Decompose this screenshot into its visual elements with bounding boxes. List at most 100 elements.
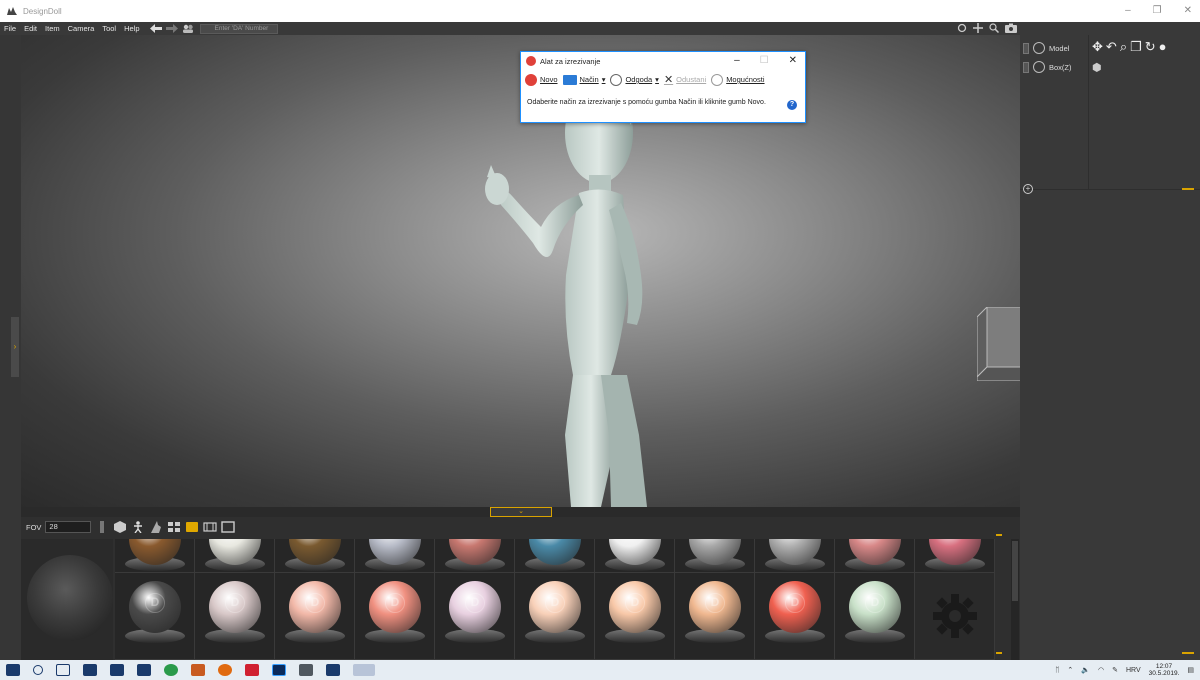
dialog-minimize-button[interactable]: – bbox=[734, 55, 740, 66]
hand-pose-icon[interactable] bbox=[149, 521, 163, 533]
volume-icon[interactable]: 🔈 bbox=[1081, 666, 1090, 674]
snipping-tool-taskbar-icon[interactable] bbox=[353, 664, 375, 676]
scene-item-box[interactable]: Box(Z) bbox=[1023, 61, 1072, 73]
material-swatch[interactable] bbox=[435, 539, 515, 573]
pose-figure-icon[interactable]: ✥ bbox=[1092, 39, 1103, 55]
minimize-button[interactable]: – bbox=[1125, 5, 1131, 16]
add-item-icon[interactable]: + bbox=[1023, 184, 1033, 194]
people-icon[interactable]: ᛖ bbox=[1055, 667, 1059, 674]
app-icon[interactable] bbox=[299, 664, 313, 676]
restore-button[interactable]: ❐ bbox=[1153, 5, 1162, 16]
fov-input[interactable]: 28 bbox=[45, 521, 92, 533]
material-swatch[interactable]: D bbox=[835, 573, 915, 660]
app-icon[interactable] bbox=[191, 664, 205, 676]
chrome-icon[interactable] bbox=[164, 664, 178, 676]
mail-icon[interactable] bbox=[137, 664, 151, 676]
material-swatch[interactable]: D bbox=[355, 573, 435, 660]
menu-edit[interactable]: Edit bbox=[24, 24, 37, 33]
cube-icon[interactable] bbox=[113, 521, 127, 533]
show-hidden-icons-icon[interactable]: ⌃ bbox=[1067, 666, 1073, 674]
figure-icon[interactable] bbox=[131, 521, 145, 533]
menu-camera[interactable]: Camera bbox=[68, 24, 95, 33]
left-panel-expand-handle[interactable]: › bbox=[11, 317, 19, 377]
new-snip-button[interactable]: Novo bbox=[525, 73, 558, 86]
material-swatch[interactable] bbox=[835, 539, 915, 573]
network-icon[interactable]: ◠ bbox=[1098, 666, 1104, 674]
material-swatch[interactable] bbox=[915, 573, 995, 660]
material-swatch[interactable] bbox=[115, 539, 195, 573]
material-box-icon[interactable] bbox=[185, 521, 199, 533]
photos-icon[interactable] bbox=[326, 664, 340, 676]
app-red-icon[interactable] bbox=[245, 664, 259, 676]
search-icon[interactable]: ⌕ bbox=[1120, 39, 1127, 55]
eye-icon[interactable] bbox=[1033, 42, 1045, 54]
reset-icon[interactable]: ↻ bbox=[1145, 39, 1156, 55]
material-swatch[interactable] bbox=[675, 539, 755, 573]
box-object[interactable] bbox=[977, 307, 1021, 381]
box-settings-icon[interactable]: ⬢ bbox=[1092, 61, 1102, 74]
material-scroll-thumb[interactable] bbox=[1012, 541, 1018, 601]
material-swatch[interactable]: D bbox=[435, 573, 515, 660]
user-group-icon[interactable] bbox=[182, 24, 194, 33]
firefox-icon[interactable] bbox=[218, 664, 232, 676]
material-swatch[interactable]: D bbox=[115, 573, 195, 660]
delay-button[interactable]: Odgoda ▾ bbox=[610, 73, 659, 86]
material-swatch[interactable] bbox=[515, 539, 595, 573]
rotate-icon[interactable] bbox=[957, 23, 967, 33]
visibility-toggle[interactable] bbox=[1023, 61, 1029, 73]
material-swatch[interactable] bbox=[195, 539, 275, 573]
material-swatch[interactable]: D bbox=[755, 573, 835, 660]
menu-tool[interactable]: Tool bbox=[102, 24, 116, 33]
store-icon[interactable] bbox=[83, 664, 97, 676]
search-icon[interactable] bbox=[33, 665, 43, 675]
notifications-icon[interactable]: ▤ bbox=[1187, 666, 1194, 674]
task-view-icon[interactable] bbox=[56, 664, 70, 676]
eye-icon[interactable] bbox=[1033, 61, 1045, 73]
close-button[interactable]: ✕ bbox=[1184, 5, 1192, 16]
material-swatch[interactable]: D bbox=[595, 573, 675, 660]
panel-resize-marker[interactable] bbox=[1182, 652, 1194, 654]
menu-help[interactable]: Help bbox=[124, 24, 139, 33]
material-swatch[interactable] bbox=[755, 539, 835, 573]
gear-icon[interactable] bbox=[930, 591, 980, 641]
doll-figure[interactable] bbox=[461, 75, 691, 507]
screen-frame-icon[interactable] bbox=[221, 521, 236, 533]
move-icon[interactable] bbox=[973, 23, 983, 33]
delay-dropdown-arrow-icon[interactable]: ▾ bbox=[655, 75, 659, 84]
visibility-toggle[interactable] bbox=[1023, 42, 1029, 54]
material-swatch[interactable] bbox=[595, 539, 675, 573]
options-button[interactable]: Mogućnosti bbox=[711, 73, 765, 86]
mode-button[interactable]: Način ▾ bbox=[562, 74, 606, 85]
material-scrollbar[interactable] bbox=[1011, 539, 1019, 660]
dialog-close-button[interactable]: ✕ bbox=[789, 55, 797, 66]
pen-icon[interactable]: ✎ bbox=[1112, 666, 1118, 674]
mode-dropdown-arrow-icon[interactable]: ▾ bbox=[602, 75, 606, 84]
menu-file[interactable]: File bbox=[4, 24, 16, 33]
head-icon[interactable]: ● bbox=[1159, 39, 1167, 55]
material-swatch[interactable]: D bbox=[675, 573, 755, 660]
photoshop-icon[interactable] bbox=[272, 664, 286, 676]
back-arrow-icon[interactable] bbox=[149, 24, 162, 33]
da-number-search-input[interactable]: Enter 'DA' Number bbox=[199, 23, 278, 34]
layout-grid-icon[interactable] bbox=[167, 521, 181, 533]
stepper-icon[interactable] bbox=[95, 521, 109, 533]
bottom-panel-toggle[interactable]: ⌄ bbox=[490, 507, 552, 517]
material-swatch[interactable] bbox=[355, 539, 435, 573]
panel-resize-marker[interactable] bbox=[1182, 188, 1194, 190]
scene-item-model[interactable]: Model bbox=[1023, 42, 1069, 54]
copy-icon[interactable]: ❐ bbox=[1130, 39, 1142, 55]
clock[interactable]: 12:07 30.5.2019. bbox=[1149, 663, 1180, 677]
camera-icon[interactable] bbox=[1005, 23, 1017, 33]
language-indicator[interactable]: HRV bbox=[1126, 667, 1141, 674]
undo-icon[interactable]: ↶ bbox=[1106, 39, 1117, 55]
film-strip-icon[interactable] bbox=[203, 521, 218, 533]
material-swatch[interactable] bbox=[275, 539, 355, 573]
start-button-icon[interactable] bbox=[6, 664, 20, 676]
material-swatch[interactable]: D bbox=[195, 573, 275, 660]
forward-arrow-icon[interactable] bbox=[165, 24, 178, 33]
material-swatch[interactable]: D bbox=[515, 573, 595, 660]
zoom-icon[interactable] bbox=[989, 23, 999, 33]
material-swatch[interactable]: D bbox=[275, 573, 355, 660]
help-icon[interactable]: ? bbox=[787, 100, 797, 110]
material-swatch[interactable] bbox=[915, 539, 995, 573]
